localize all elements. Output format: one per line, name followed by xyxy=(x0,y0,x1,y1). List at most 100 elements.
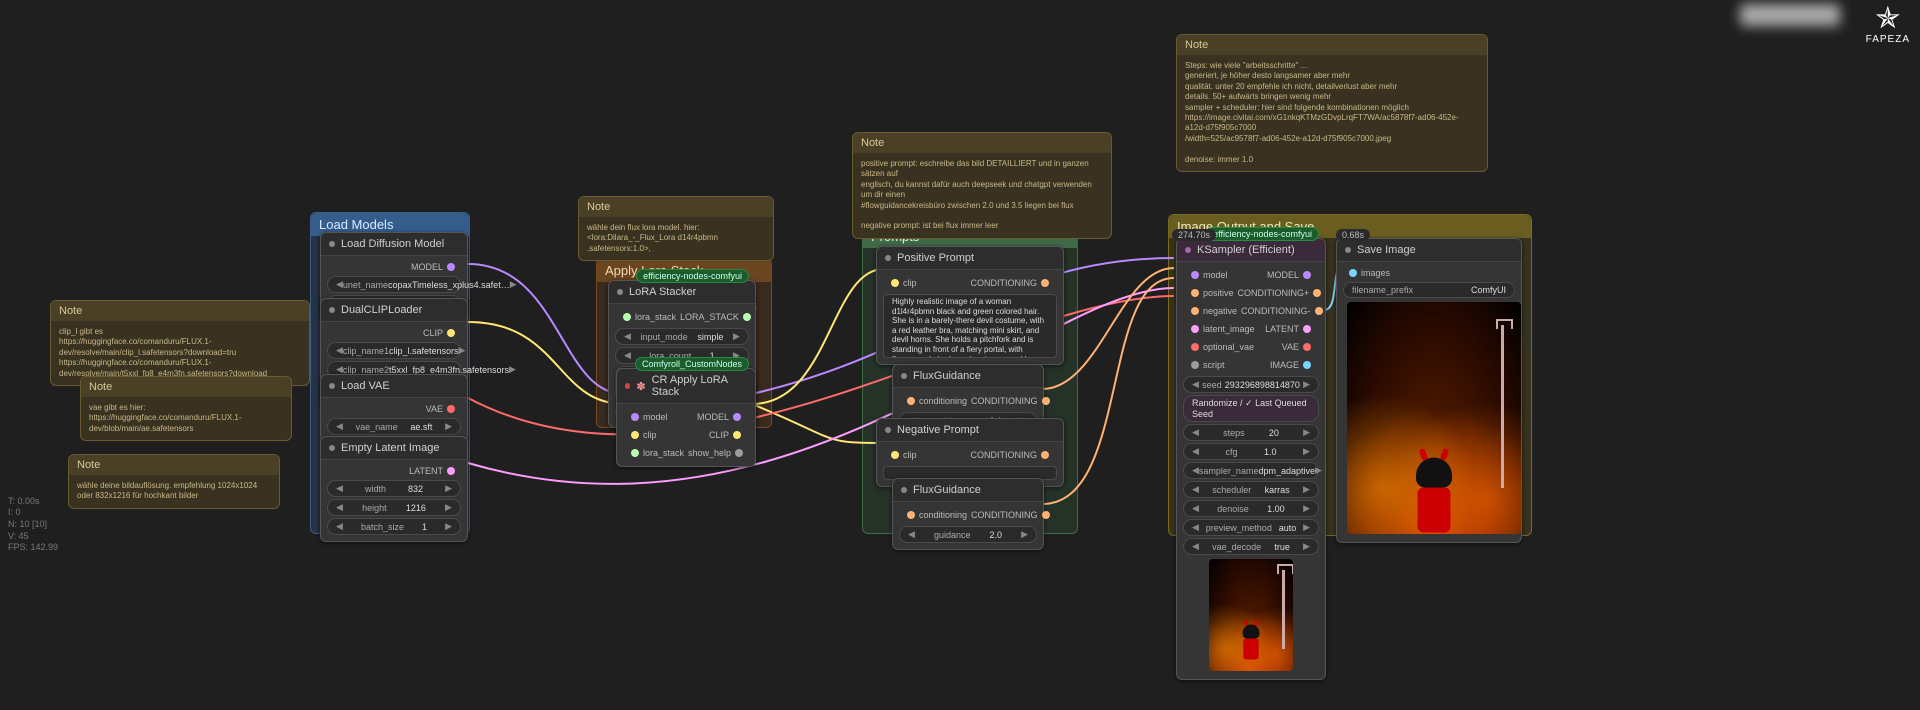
output-vae[interactable]: VAE xyxy=(1280,340,1317,354)
note-vae: Note vae gibt es hier: https://huggingfa… xyxy=(80,376,292,441)
blurred-watermark xyxy=(1740,4,1840,26)
note-title: Note xyxy=(1177,35,1487,55)
note-body: vae gibt es hier: https://huggingface.co… xyxy=(81,397,291,440)
note-title: Note xyxy=(69,455,279,475)
widget-preview[interactable]: ◀preview_methodauto▶ xyxy=(1183,519,1319,536)
logo: ✯ FAPEZA xyxy=(1866,4,1910,45)
node-title: Empty Latent Image xyxy=(321,437,467,460)
widget-vae-name[interactable]: ◀vae_nameae.sft▶ xyxy=(327,418,461,435)
widget-vae-decode[interactable]: ◀vae_decodetrue▶ xyxy=(1183,538,1319,555)
node-title: Negative Prompt xyxy=(877,419,1063,442)
input-conditioning[interactable]: conditioning xyxy=(901,394,969,408)
output-vae[interactable]: VAE xyxy=(327,402,461,416)
input-clip[interactable]: clip xyxy=(885,448,919,462)
widget-steps[interactable]: ◀steps20▶ xyxy=(1183,424,1319,441)
widget-denoise[interactable]: ◀denoise1.00▶ xyxy=(1183,500,1319,517)
node-title: KSampler (Efficient) xyxy=(1177,239,1325,262)
note-title: Note xyxy=(853,133,1111,153)
input-model[interactable]: model xyxy=(1185,268,1230,282)
preview-image-large xyxy=(1347,302,1521,534)
input-images[interactable]: images xyxy=(1343,266,1515,280)
output-conditioning[interactable]: CONDITIONING xyxy=(969,394,1056,408)
output-conditioning[interactable]: CONDITIONING xyxy=(969,276,1056,290)
output-latent[interactable]: LATENT xyxy=(1263,322,1317,336)
output-clip[interactable]: CLIP xyxy=(707,428,747,442)
widget-seed[interactable]: ◀seed293296898814870▶ xyxy=(1183,376,1319,393)
node-empty-latent[interactable]: Empty Latent Image LATENT ◀width832▶ ◀he… xyxy=(320,436,468,542)
widget-scheduler[interactable]: ◀schedulerkarras▶ xyxy=(1183,481,1319,498)
input-lora-stack[interactable]: lora_stack xyxy=(617,310,678,324)
input-negative[interactable]: negative xyxy=(1185,304,1239,318)
note-lora: Note wähle dein flux lora model. hier: <… xyxy=(578,196,774,261)
stat-t: T: 0.00s xyxy=(8,496,58,508)
widget-sampler[interactable]: ◀sampler_namedpm_adaptive▶ xyxy=(1183,462,1319,479)
preview-image-small xyxy=(1209,559,1293,671)
output-model[interactable]: MODEL xyxy=(695,410,747,424)
note-steps: Note Steps: wie viele "arbeitsschritte" … xyxy=(1176,34,1488,172)
angel-icon: ✯ xyxy=(1866,4,1910,34)
note-body: positive prompt: eschreibe das bild DETA… xyxy=(853,153,1111,238)
node-title: Positive Prompt xyxy=(877,247,1063,270)
node-title: Save Image xyxy=(1337,239,1521,262)
canvas-stats: T: 0.00s I: 0 N: 10 [10] V: 45 FPS: 142.… xyxy=(8,496,58,554)
node-title: DualCLIPLoader xyxy=(321,299,467,322)
input-script[interactable]: script xyxy=(1185,358,1227,372)
stat-i: I: 0 xyxy=(8,507,58,519)
input-clip[interactable]: clip xyxy=(885,276,919,290)
node-negative-prompt[interactable]: Negative Prompt clip CONDITIONING xyxy=(876,418,1064,487)
output-latent[interactable]: LATENT xyxy=(327,464,461,478)
stat-fps: FPS: 142.99 xyxy=(8,542,58,554)
node-ksampler[interactable]: efficiency-nodes-comfyui KSampler (Effic… xyxy=(1176,238,1326,680)
node-load-vae[interactable]: Load VAE VAE ◀vae_nameae.sft▶ xyxy=(320,374,468,442)
node-title: Load Diffusion Model xyxy=(321,233,467,256)
note-body: wähle dein flux lora model. hier: <lora:… xyxy=(579,217,773,260)
button-randomize[interactable]: Randomize / ✓ Last Queued Seed xyxy=(1183,395,1319,422)
note-title: Note xyxy=(579,197,773,217)
node-save-image[interactable]: Save Image images filename_prefixComfyUI xyxy=(1336,238,1522,543)
output-lora-stack[interactable]: LORA_STACK xyxy=(678,310,757,324)
node-positive-prompt[interactable]: Positive Prompt clip CONDITIONING Highly … xyxy=(876,246,1064,365)
input-vae[interactable]: optional_vae xyxy=(1185,340,1256,354)
node-title: Load VAE xyxy=(321,375,467,398)
input-latent[interactable]: latent_image xyxy=(1185,322,1257,336)
widget-width[interactable]: ◀width832▶ xyxy=(327,480,461,497)
node-title: LoRA Stacker xyxy=(609,281,755,304)
output-conditioning[interactable]: CONDITIONING xyxy=(969,448,1056,462)
widget-input-mode[interactable]: ◀input_modesimple▶ xyxy=(615,328,749,345)
note-title: Note xyxy=(81,377,291,397)
widget-guidance[interactable]: ◀guidance2.0▶ xyxy=(899,526,1037,543)
output-cond-pos[interactable]: CONDITIONING+ xyxy=(1236,286,1328,300)
node-cr-apply-lora[interactable]: Comfyroll_CustomNodes ✽CR Apply LoRA Sta… xyxy=(616,368,756,467)
input-clip[interactable]: clip xyxy=(625,428,659,442)
input-lora-stack[interactable]: lora_stack xyxy=(625,446,686,460)
widget-filename-prefix[interactable]: filename_prefixComfyUI xyxy=(1343,282,1515,298)
node-title: FluxGuidance xyxy=(893,365,1043,388)
output-cond-neg[interactable]: CONDITIONING- xyxy=(1239,304,1329,318)
note-body: wähle deine bildauflösung. empfehlung 10… xyxy=(69,475,279,508)
logo-text: FAPEZA xyxy=(1866,34,1910,45)
stat-v: V: 45 xyxy=(8,531,58,543)
output-help[interactable]: show_help xyxy=(686,446,749,460)
output-clip[interactable]: CLIP xyxy=(327,326,461,340)
note-prompts: Note positive prompt: eschreibe das bild… xyxy=(852,132,1112,239)
input-model[interactable]: model xyxy=(625,410,670,424)
output-conditioning[interactable]: CONDITIONING xyxy=(969,508,1056,522)
widget-clip1[interactable]: ◀clip_name1clip_l.safetensors▶ xyxy=(327,342,461,359)
widget-batch[interactable]: ◀batch_size1▶ xyxy=(327,518,461,535)
output-image[interactable]: IMAGE xyxy=(1268,358,1317,372)
widget-cfg[interactable]: ◀cfg1.0▶ xyxy=(1183,443,1319,460)
widget-height[interactable]: ◀height1216▶ xyxy=(327,499,461,516)
note-clip: Note clip_l gibt es https://huggingface.… xyxy=(50,300,310,386)
widget-unet-name[interactable]: ◀unet_namecopaxTimeless_xplus4.safet…▶ xyxy=(327,276,461,293)
input-positive[interactable]: positive xyxy=(1185,286,1236,300)
note-title: Note xyxy=(51,301,309,321)
node-flux-guidance-2[interactable]: FluxGuidance conditioningCONDITIONING ◀g… xyxy=(892,478,1044,550)
output-model[interactable]: MODEL xyxy=(1265,268,1317,282)
input-conditioning[interactable]: conditioning xyxy=(901,508,969,522)
time-right: 0.68s xyxy=(1336,229,1370,241)
output-model[interactable]: MODEL xyxy=(327,260,461,274)
widget-prompt-text[interactable]: Highly realistic image of a woman d1l4r4… xyxy=(883,294,1057,358)
node-title: FluxGuidance xyxy=(893,479,1043,502)
stat-n: N: 10 [10] xyxy=(8,519,58,531)
badge-efficiency: efficiency-nodes-comfyui xyxy=(1206,227,1319,241)
